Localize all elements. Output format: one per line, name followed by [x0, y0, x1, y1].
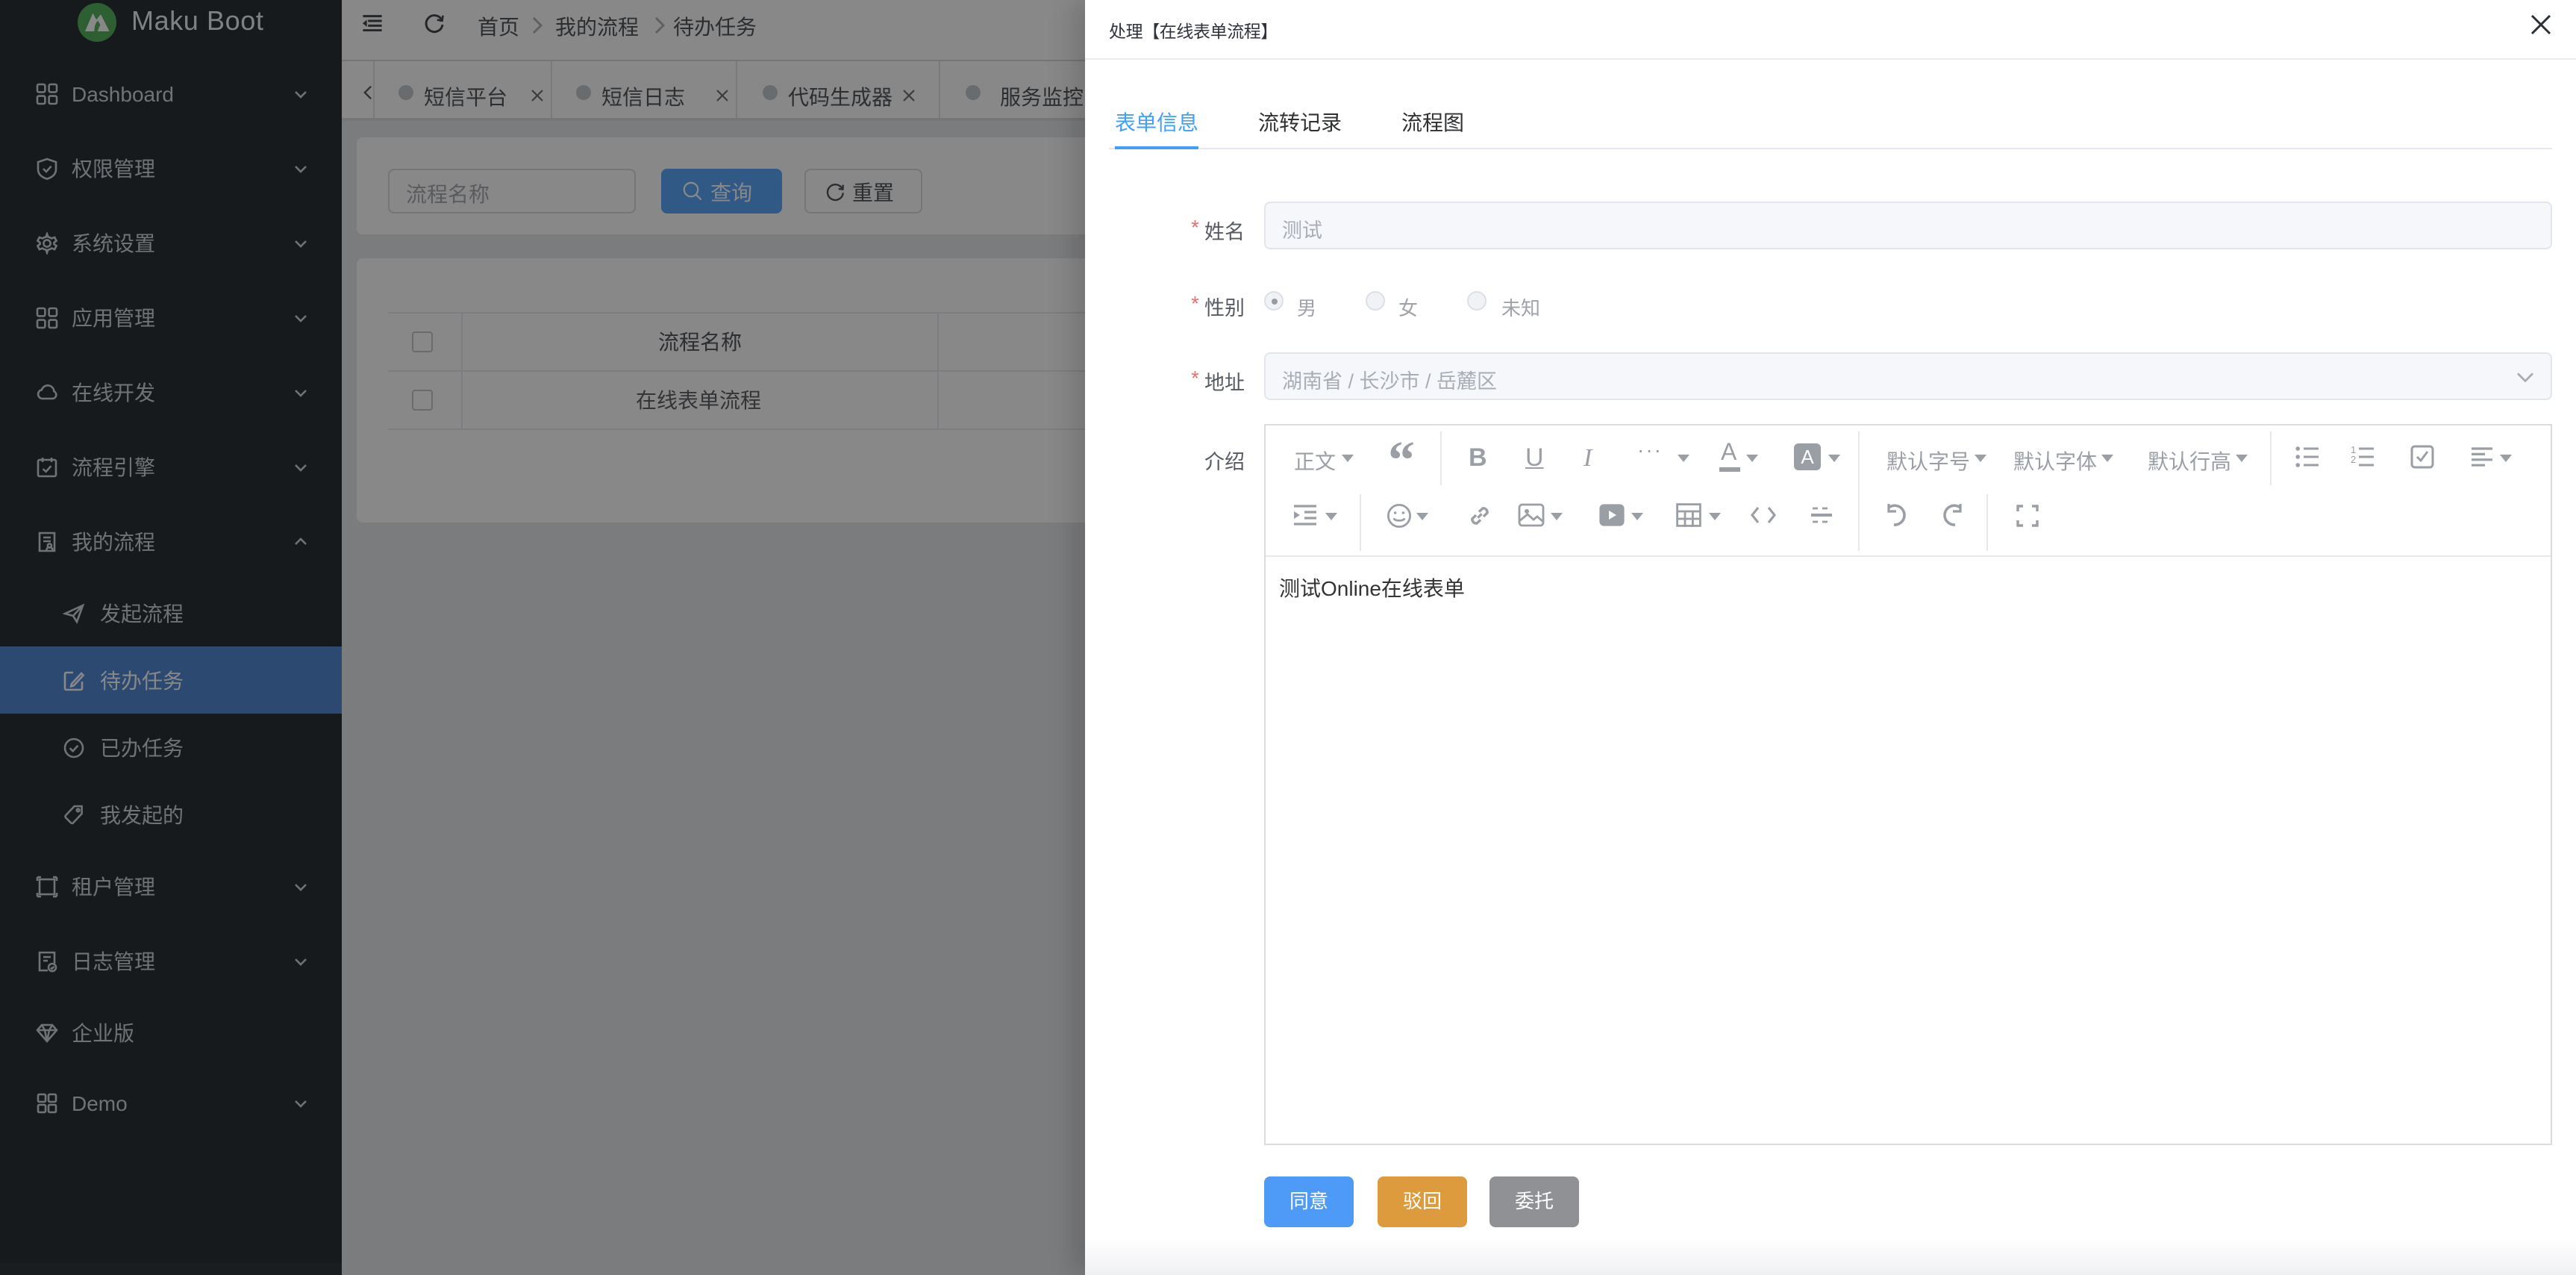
- svg-text:A: A: [1801, 446, 1814, 468]
- svg-text:2: 2: [2351, 454, 2356, 465]
